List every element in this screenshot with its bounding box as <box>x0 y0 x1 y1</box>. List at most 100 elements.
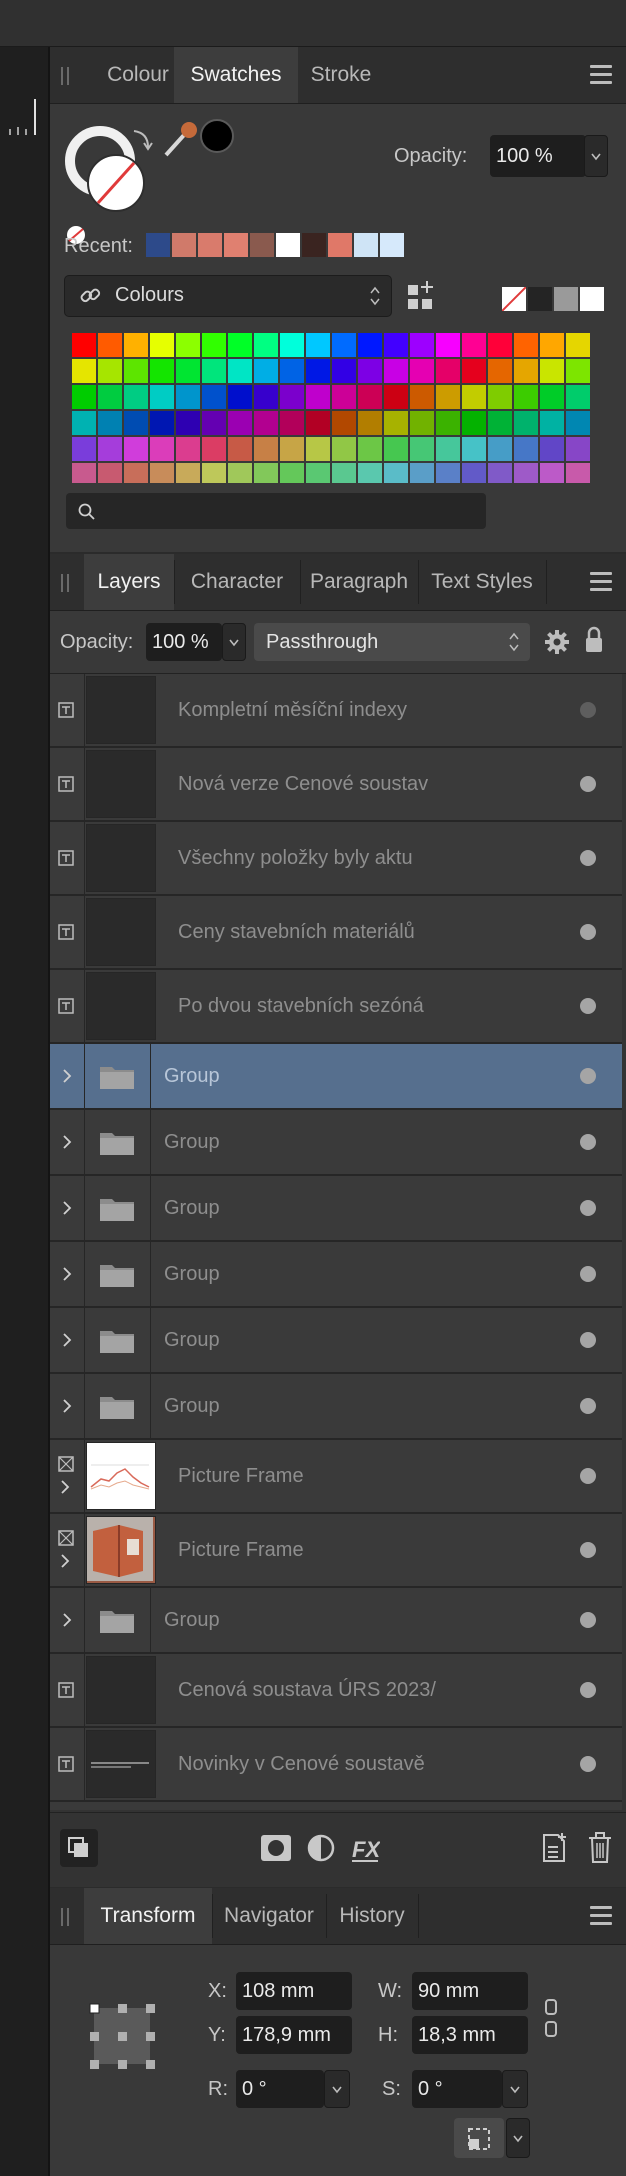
palette-swatch[interactable] <box>150 359 174 383</box>
palette-swatch[interactable] <box>566 411 590 435</box>
palette-swatch[interactable] <box>488 359 512 383</box>
recent-swatch[interactable] <box>146 233 170 257</box>
palette-swatch[interactable] <box>540 385 564 409</box>
palette-swatch[interactable] <box>202 333 226 357</box>
palette-swatch[interactable] <box>306 333 330 357</box>
palette-swatch[interactable] <box>98 411 122 435</box>
current-colour-chip[interactable] <box>200 119 234 153</box>
quick-swatch[interactable] <box>528 287 552 311</box>
none-swatch[interactable] <box>502 287 526 311</box>
palette-swatch[interactable] <box>540 463 564 483</box>
text-layer-row[interactable]: Po dvou stavebních sezóná <box>50 970 622 1044</box>
palette-swatch[interactable] <box>384 411 408 435</box>
y-field[interactable]: 178,9 mm <box>236 2016 352 2054</box>
palette-swatch[interactable] <box>436 333 460 357</box>
palette-swatch[interactable] <box>228 385 252 409</box>
recent-swatch[interactable] <box>224 233 248 257</box>
chevron-right-icon[interactable] <box>59 1612 75 1628</box>
recent-swatch[interactable] <box>354 233 378 257</box>
palette-swatch[interactable] <box>566 463 590 483</box>
panel-menu-icon[interactable] <box>590 65 612 85</box>
s-field[interactable]: 0 ° <box>412 2070 502 2108</box>
group-layer-row[interactable]: Group <box>50 1242 622 1308</box>
chevron-right-icon[interactable] <box>59 1332 75 1348</box>
palette-swatch[interactable] <box>280 437 304 461</box>
r-dropdown[interactable] <box>324 2070 350 2108</box>
visibility-toggle[interactable] <box>580 1542 596 1558</box>
palette-swatch[interactable] <box>358 463 382 483</box>
group-layer-row[interactable]: Group <box>50 1044 622 1110</box>
palette-swatch[interactable] <box>150 385 174 409</box>
palette-swatch[interactable] <box>566 359 590 383</box>
palette-swatch[interactable] <box>254 385 278 409</box>
recent-swatch[interactable] <box>172 233 196 257</box>
group-layer-row[interactable]: Group <box>50 1374 622 1440</box>
visibility-toggle[interactable] <box>580 1200 596 1216</box>
palette-swatch[interactable] <box>202 437 226 461</box>
palette-swatch[interactable] <box>254 359 278 383</box>
add-pixel-layer-icon[interactable] <box>540 1831 570 1865</box>
text-layer-row[interactable]: Kompletní měsíční indexy <box>50 674 622 748</box>
palette-swatch[interactable] <box>462 411 486 435</box>
palette-swatch[interactable] <box>98 437 122 461</box>
palette-swatch[interactable] <box>566 385 590 409</box>
palette-swatch[interactable] <box>514 437 538 461</box>
palette-swatch[interactable] <box>176 463 200 483</box>
palette-swatch[interactable] <box>124 437 148 461</box>
palette-swatch[interactable] <box>124 359 148 383</box>
visibility-toggle[interactable] <box>580 850 596 866</box>
visibility-toggle[interactable] <box>580 1398 596 1414</box>
opacity-field[interactable]: 100 % <box>490 135 586 177</box>
recent-swatch[interactable] <box>276 233 300 257</box>
palette-swatch[interactable] <box>228 463 252 483</box>
tab-paragraph[interactable]: Paragraph <box>300 554 418 610</box>
palette-swatch[interactable] <box>306 411 330 435</box>
palette-swatch[interactable] <box>176 359 200 383</box>
visibility-toggle[interactable] <box>580 1468 596 1484</box>
palette-swatch[interactable] <box>150 437 174 461</box>
palette-swatch[interactable] <box>540 333 564 357</box>
palette-swatch[interactable] <box>150 463 174 483</box>
layer-opacity-field[interactable]: 100 % <box>146 623 222 661</box>
layers-toggle-button[interactable] <box>60 1829 98 1867</box>
group-layer-row[interactable]: Group <box>50 1588 622 1654</box>
mask-layer-icon[interactable] <box>260 1833 292 1863</box>
visibility-toggle[interactable] <box>580 1266 596 1282</box>
palette-swatch[interactable] <box>462 463 486 483</box>
palette-swatch[interactable] <box>358 437 382 461</box>
palette-swatch[interactable] <box>488 463 512 483</box>
trash-icon[interactable] <box>586 1831 614 1865</box>
palette-swatch[interactable] <box>254 463 278 483</box>
palette-swatch[interactable] <box>72 411 96 435</box>
panel-grip-icon[interactable] <box>60 67 70 85</box>
palette-swatch[interactable] <box>332 333 356 357</box>
palette-swatch[interactable] <box>540 411 564 435</box>
palette-swatch[interactable] <box>306 463 330 483</box>
palette-swatch[interactable] <box>384 463 408 483</box>
opacity-dropdown-button[interactable] <box>584 135 608 177</box>
palette-swatch[interactable] <box>72 385 96 409</box>
group-layer-row[interactable]: Group <box>50 1110 622 1176</box>
palette-swatch[interactable] <box>358 333 382 357</box>
chevron-right-icon[interactable] <box>59 1068 75 1084</box>
tab-navigator[interactable]: Navigator <box>212 1888 326 1944</box>
palette-swatch[interactable] <box>98 359 122 383</box>
quick-swatch[interactable] <box>554 287 578 311</box>
palette-swatch[interactable] <box>436 437 460 461</box>
palette-swatch[interactable] <box>514 385 538 409</box>
palette-swatch[interactable] <box>566 437 590 461</box>
palette-swatch[interactable] <box>332 411 356 435</box>
anchor-point-selector[interactable] <box>80 1994 164 2078</box>
quick-swatch[interactable] <box>580 287 604 311</box>
palette-swatch[interactable] <box>540 437 564 461</box>
text-layer-row[interactable]: Nová verze Cenové soustav <box>50 748 622 822</box>
visibility-toggle[interactable] <box>580 1612 596 1628</box>
palette-swatch[interactable] <box>358 359 382 383</box>
visibility-toggle[interactable] <box>580 1682 596 1698</box>
recent-swatch[interactable] <box>380 233 404 257</box>
lock-aspect-icon[interactable] <box>542 1996 560 2040</box>
palette-swatch[interactable] <box>384 385 408 409</box>
tab-text-styles[interactable]: Text Styles <box>418 554 546 610</box>
recent-swatch[interactable] <box>302 233 326 257</box>
palette-swatch[interactable] <box>410 333 434 357</box>
